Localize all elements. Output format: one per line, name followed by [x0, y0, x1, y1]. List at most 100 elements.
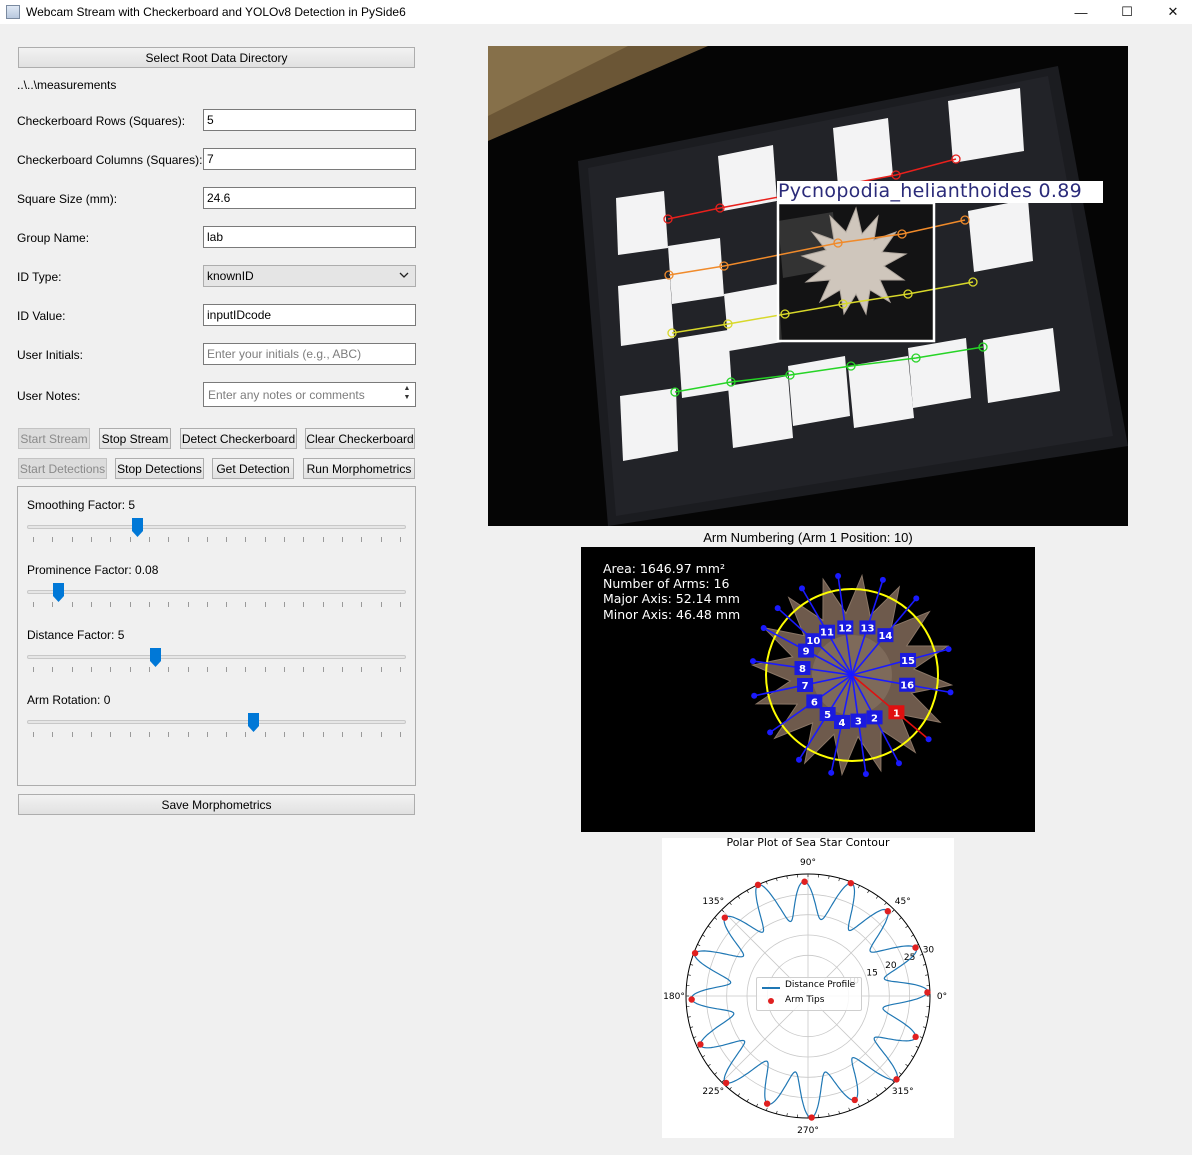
minimize-button[interactable]: —: [1058, 0, 1104, 24]
polar-tick: [910, 934, 914, 937]
polar-tick: [838, 1110, 840, 1114]
arm-diagram: 1234567891011 12 13141516: [749, 572, 954, 778]
window-title: Webcam Stream with Checkerboard and YOLO…: [26, 5, 406, 19]
polar-tick: [905, 925, 909, 928]
distance-slider-handle[interactable]: [150, 648, 161, 667]
camera-view: Pycnopodia_helianthoides 0.89: [488, 46, 1128, 526]
arm-label-text: 15: [901, 656, 915, 667]
arm-label-text: 2: [871, 713, 878, 724]
arm-numbering-image: Arm Numbering (Arm 1 Position: 10) Area:…: [581, 531, 1035, 832]
group-name-label: Group Name:: [17, 231, 90, 245]
polar-tick: [690, 964, 694, 966]
user-initials-input[interactable]: Enter your initials (e.g., ABC): [203, 343, 416, 365]
polar-angle-label: 0°: [937, 992, 947, 1002]
arm-tip-point: [924, 989, 931, 996]
polar-plot: Polar Plot of Sea Star Contour 0° 45° 90° 1…: [662, 838, 954, 1138]
polar-legend: Distance Profile Arm Tips: [756, 977, 862, 1011]
smoothing-slider-handle[interactable]: [132, 518, 143, 537]
polar-tick: [714, 1072, 718, 1075]
polar-tick: [919, 1036, 923, 1039]
polar-tick: [776, 878, 778, 882]
polar-tick: [876, 1093, 879, 1097]
polar-tick: [776, 1110, 778, 1114]
polar-angle-label: 45°: [895, 897, 911, 907]
arm-label-text: 4: [839, 718, 846, 729]
distance-slider[interactable]: [27, 655, 406, 659]
detect-checkerboard-button[interactable]: Detect Checkerboard: [180, 428, 297, 449]
polar-tick: [884, 902, 887, 906]
polar-tick: [687, 1016, 691, 1018]
polar-tick: [765, 881, 768, 885]
stop-detections-button[interactable]: Stop Detections: [115, 458, 204, 479]
arm-tip: [796, 756, 803, 763]
legend-line-label: Distance Profile: [785, 980, 856, 990]
id-type-select[interactable]: knownID: [203, 265, 416, 287]
run-morphometrics-button[interactable]: Run Morphometrics: [303, 458, 415, 479]
polar-tick: [786, 1113, 788, 1117]
arm-tip-point: [697, 1041, 704, 1048]
stop-stream-button[interactable]: Stop Stream: [99, 428, 171, 449]
spin-arrows-icon[interactable]: ▲ ▼: [400, 384, 414, 402]
legend-point-swatch: [768, 998, 774, 1004]
arm-tip: [767, 729, 774, 736]
rows-input[interactable]: 5: [203, 109, 416, 131]
window-titlebar: Webcam Stream with Checkerboard and YOLO…: [0, 0, 1192, 24]
columns-input[interactable]: 7: [203, 148, 416, 170]
arm-label-text: 16: [900, 681, 914, 692]
square-size-label: Square Size (mm):: [17, 192, 118, 206]
clear-checkerboard-button[interactable]: Clear Checkerboard: [305, 428, 415, 449]
prominence-slider-handle[interactable]: [53, 583, 64, 602]
group-name-input[interactable]: lab: [203, 226, 416, 248]
start-stream-button[interactable]: Start Stream: [18, 428, 90, 449]
arm-label-text: 5: [824, 710, 831, 721]
polar-tick: [898, 917, 902, 920]
arm-numbering-title: Arm Numbering (Arm 1 Position: 10): [703, 531, 913, 545]
arm-tip-point: [912, 1033, 919, 1041]
arm-tip-point: [754, 881, 762, 889]
polar-tick: [858, 885, 860, 889]
arm-tip-point: [893, 1076, 900, 1083]
arm-tip: [835, 572, 842, 579]
distance-label: Distance Factor: 5: [27, 628, 125, 642]
polar-tick: [690, 1026, 694, 1028]
start-detections-button[interactable]: Start Detections: [18, 458, 107, 479]
polar-tick: [848, 1107, 851, 1111]
polar-tick: [898, 1072, 902, 1075]
polar-radial-label: 15: [866, 969, 877, 979]
distance-ticks: [33, 667, 401, 672]
polar-tick: [702, 1055, 706, 1058]
arm-tip-point: [801, 878, 808, 885]
user-notes-placeholder: Enter any notes or comments: [208, 388, 365, 402]
id-value-input[interactable]: inputIDcode: [203, 304, 416, 326]
polar-tick: [756, 1103, 758, 1107]
prominence-slider[interactable]: [27, 590, 406, 594]
polar-tick: [707, 1064, 711, 1067]
arm-rotation-slider[interactable]: [27, 720, 406, 724]
polar-tick: [786, 875, 788, 879]
maximize-button[interactable]: ☐: [1104, 0, 1150, 24]
polar-tick: [858, 1103, 860, 1107]
polar-tick: [925, 974, 929, 976]
arm-rotation-slider-handle[interactable]: [248, 713, 259, 732]
arm-tip-point: [912, 944, 919, 951]
arm-tip: [862, 771, 869, 778]
polar-tick: [702, 934, 706, 937]
save-morphometrics-button[interactable]: Save Morphometrics: [18, 794, 415, 815]
arm-label-text: 10: [806, 636, 820, 647]
user-notes-input[interactable]: Enter any notes or comments ▲ ▼: [203, 382, 416, 407]
close-button[interactable]: ✕: [1150, 0, 1192, 24]
arm-label-text: 13: [860, 623, 874, 634]
polar-angle-label: 90°: [800, 858, 816, 868]
select-root-directory-button[interactable]: Select Root Data Directory: [18, 47, 415, 68]
polar-tick: [714, 917, 718, 920]
arm-tip: [913, 595, 920, 602]
square-size-input[interactable]: 24.6: [203, 187, 416, 209]
get-detection-button[interactable]: Get Detection: [212, 458, 294, 479]
smoothing-slider[interactable]: [27, 525, 406, 529]
smoothing-ticks: [33, 537, 401, 542]
polar-tick: [729, 1086, 732, 1090]
arm-tip: [799, 585, 805, 592]
arm-tip: [749, 658, 756, 665]
polar-angle-label: 270°: [797, 1126, 819, 1136]
app-icon: [6, 5, 20, 19]
